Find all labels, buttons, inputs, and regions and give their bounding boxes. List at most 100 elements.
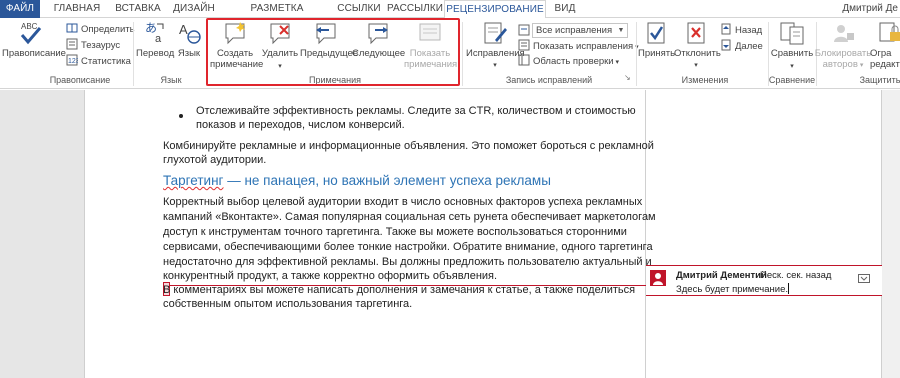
word-count-label: Статистика <box>81 56 131 67</box>
ribbon-separator <box>462 22 463 86</box>
delete-comment-icon <box>266 20 294 46</box>
tab-file[interactable]: ФАЙЛ <box>0 0 40 18</box>
markup-display-value: Все исправления <box>536 25 613 36</box>
ribbon-tab-bar: ФАЙЛ ГЛАВНАЯ ВСТАВКА ДИЗАЙН РАЗМЕТКА СТР… <box>0 0 900 32</box>
bullet-line: показов и переходов, числом конверсий. <box>196 119 405 131</box>
language-group-label: Язык <box>160 75 182 85</box>
spelling-label: Правописание <box>2 48 66 59</box>
comment-timestamp: Неск. сек. назад <box>760 270 832 281</box>
reviewing-pane-icon <box>518 54 530 66</box>
svg-text:a: a <box>155 33 162 45</box>
show-comments-button[interactable]: Показать примечания <box>404 20 457 70</box>
new-comment-label-1: Создать <box>216 48 254 59</box>
ribbon-separator <box>133 22 134 86</box>
compare-label: Сравнить <box>770 48 814 59</box>
new-comment-label-2: примечание <box>210 59 264 70</box>
reviewing-pane-label: Область проверки <box>533 56 614 67</box>
markup-pane <box>645 90 882 378</box>
user-silhouette-icon <box>653 273 663 285</box>
accept-button[interactable]: Принять <box>638 20 676 59</box>
compare-icon <box>778 20 806 46</box>
tab-page-layout[interactable]: РАЗМЕТКА СТРАНИЦЫ <box>222 0 332 32</box>
restrict-editing-icon <box>876 20 900 46</box>
comments-group-label: Примечания <box>309 75 361 85</box>
show-markup-icon <box>518 39 530 51</box>
translate-icon: あ a <box>141 20 169 46</box>
statistics-icon: 123 <box>66 54 80 66</box>
bullet-point <box>179 114 183 118</box>
next-comment-button[interactable]: Следующее <box>352 20 406 59</box>
reject-button[interactable]: Отклонить ▾ <box>674 20 721 71</box>
reject-icon <box>682 20 710 46</box>
thesaurus-icon <box>66 38 78 50</box>
vertical-scrollbar[interactable] <box>882 90 900 378</box>
thesaurus-button[interactable]: Тезаурус <box>66 38 120 52</box>
show-markup-label: Показать исправления <box>533 41 634 52</box>
dialog-launcher-icon[interactable]: ↘ <box>624 73 631 82</box>
define-button[interactable]: Определить <box>66 22 135 36</box>
changes-group-label: Изменения <box>681 75 729 85</box>
accept-label: Принять <box>638 48 676 59</box>
block-authors-button[interactable]: Блокировать авторов ▾ <box>814 20 872 71</box>
previous-comment-label: Предыдущее <box>300 48 359 59</box>
restrict-editing-label-2: редакти <box>870 59 900 70</box>
tab-view[interactable]: ВИД <box>548 0 582 18</box>
block-authors-label-2: авторов <box>822 59 858 70</box>
next-change-button[interactable]: Далее <box>720 39 763 53</box>
compare-group-label: Сравнение <box>768 75 816 85</box>
show-comments-icon <box>416 20 444 46</box>
language-label: Язык <box>177 48 201 59</box>
new-comment-button[interactable]: Создать примечание <box>210 20 264 70</box>
next-comment-icon <box>364 20 392 46</box>
ribbon-separator <box>206 22 207 86</box>
block-authors-label-1: Блокировать <box>814 48 872 59</box>
previous-comment-icon <box>312 20 340 46</box>
tab-mailings[interactable]: РАССЫЛКИ <box>386 0 444 18</box>
tab-home[interactable]: ГЛАВНАЯ <box>46 0 108 18</box>
show-markup-button[interactable]: Показать исправления ▾ <box>518 39 639 53</box>
language-button[interactable]: A Язык <box>174 20 204 59</box>
next-comment-label: Следующее <box>352 48 406 59</box>
paragraph-line: глухотой аудитории. <box>163 154 267 166</box>
block-authors-icon <box>829 20 857 46</box>
tab-references[interactable]: ССЫЛКИ <box>332 0 386 18</box>
comment-balloon[interactable]: Дмитрий Дементий Неск. сек. назад Здесь … <box>646 265 882 296</box>
delete-comment-label: Удалить <box>261 48 299 59</box>
heading-rest: — не панацея, но важный элемент успеха р… <box>223 173 551 188</box>
protect-group-label: Защитить <box>859 75 900 85</box>
paragraph-line: кампаний «Вконтакте». Самая популярная с… <box>163 211 656 223</box>
abc-text: ABC <box>21 22 38 31</box>
comment-text-content: Здесь будет примечание. <box>676 284 789 295</box>
comment-author: Дмитрий Дементий <box>676 270 767 281</box>
previous-change-icon <box>720 23 732 35</box>
reject-label: Отклонить <box>674 48 721 59</box>
user-name[interactable]: Дмитрий Де <box>842 0 900 18</box>
spelling-check-icon: ABC <box>17 20 45 46</box>
spelling-button[interactable]: ABC Правописание <box>2 20 66 59</box>
word-count-button[interactable]: 123 Статистика <box>66 54 131 68</box>
tab-design[interactable]: ДИЗАЙН <box>166 0 222 18</box>
paragraph-line: доступ к инструментам точного таргетинга… <box>163 226 627 238</box>
comment-text[interactable]: Здесь будет примечание. <box>676 283 790 295</box>
previous-change-button[interactable]: Назад <box>720 23 762 37</box>
markup-display-select[interactable]: Все исправления ▼ <box>532 23 628 38</box>
reviewing-pane-button[interactable]: Область проверки ▾ <box>518 54 619 68</box>
markup-display-icon-cell <box>518 24 533 38</box>
paragraph-line: сервисами, обеспечивающими более тонкие … <box>163 241 653 253</box>
ribbon-separator <box>636 22 637 86</box>
compare-button[interactable]: Сравнить ▾ <box>770 20 814 72</box>
translate-button[interactable]: あ a Перевод <box>136 20 174 59</box>
previous-comment-button[interactable]: Предыдущее <box>300 20 358 59</box>
delete-comment-button[interactable]: Удалить ▾ <box>260 20 300 72</box>
tab-insert[interactable]: ВСТАВКА <box>110 0 166 18</box>
next-change-label: Далее <box>735 41 763 52</box>
track-changes-button[interactable]: Исправления ▾ <box>466 20 525 71</box>
svg-text:123: 123 <box>68 58 78 65</box>
next-change-icon <box>720 39 732 51</box>
restrict-editing-button[interactable]: Огра редакти <box>870 20 900 70</box>
tab-review[interactable]: РЕЦЕНЗИРОВАНИЕ <box>444 0 546 19</box>
proofing-group-label: Правописание <box>49 75 111 85</box>
accept-icon <box>642 20 670 46</box>
reply-icon[interactable] <box>858 271 870 283</box>
comment-connector-line <box>170 285 646 286</box>
